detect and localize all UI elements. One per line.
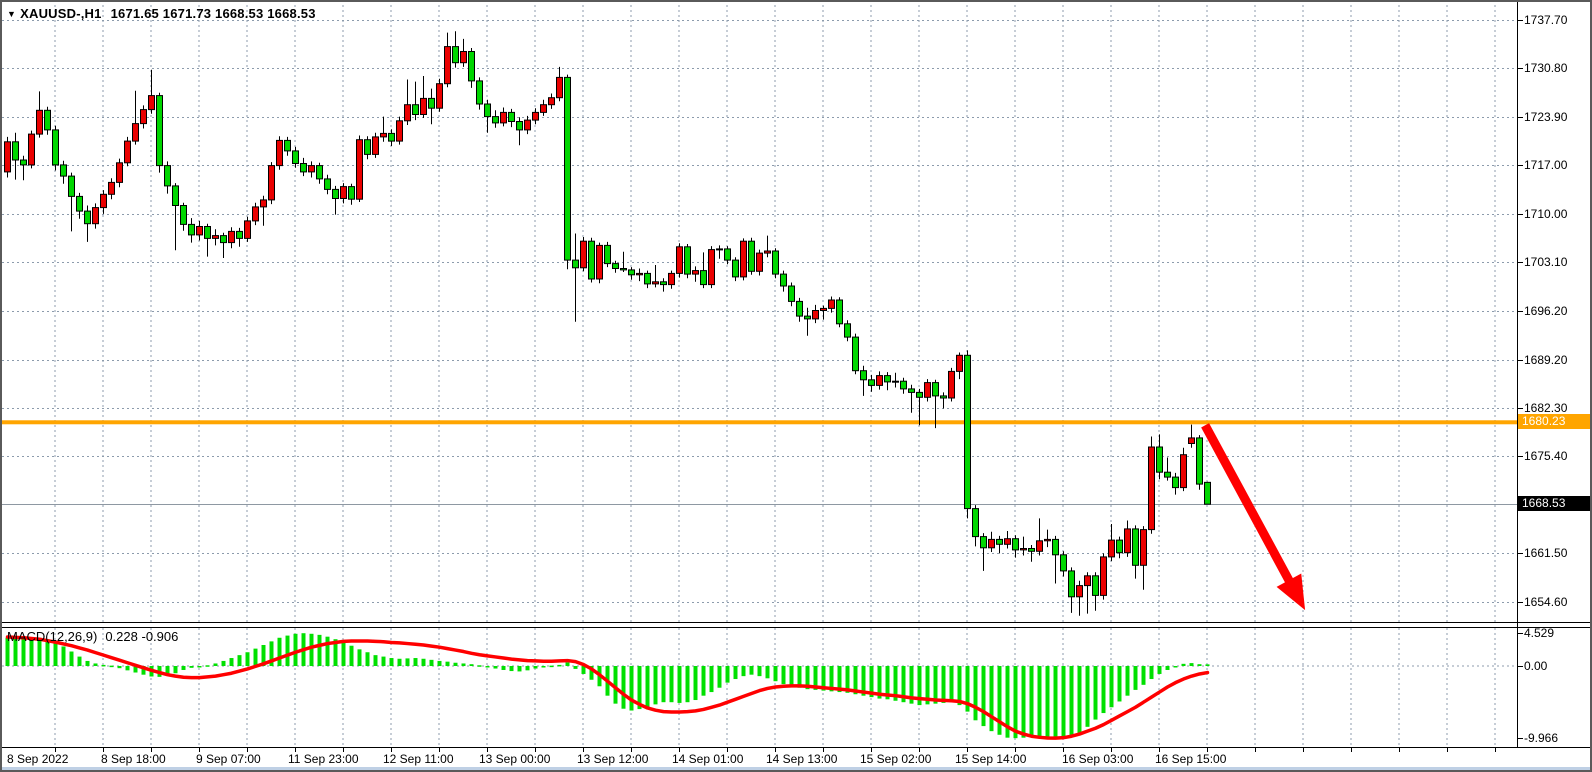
chart-window: ▼XAUUSD-,H11671.65 1671.73 1668.53 1668.… [0,0,1592,772]
window-edge [2,767,1590,770]
chart-canvas[interactable] [2,2,1592,772]
